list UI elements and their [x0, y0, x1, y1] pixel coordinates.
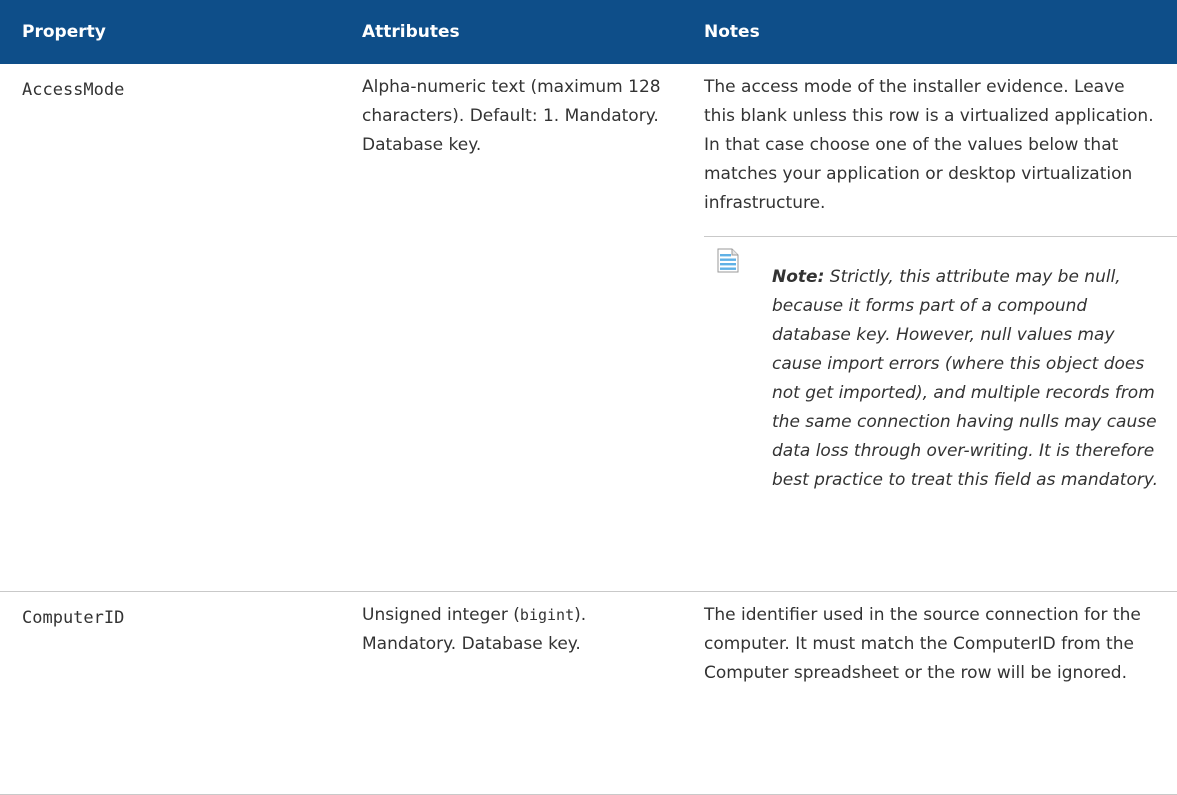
note-callout: Note: Strictly, this attribute may be nu… — [704, 237, 1159, 495]
property-name: AccessMode — [22, 80, 125, 100]
attributes-code: bigint — [519, 606, 575, 624]
note-label: Note: — [772, 267, 825, 287]
note-page-icon — [717, 248, 739, 273]
property-notes: The access mode of the installer evidenc… — [691, 64, 1177, 592]
property-attributes: Unsigned integer (bigint). Mandatory. Da… — [349, 592, 691, 795]
table-header-row: Property Attributes Notes — [0, 0, 1177, 64]
header-property: Property — [22, 22, 106, 42]
header-notes: Notes — [704, 22, 760, 42]
property-name: ComputerID — [22, 608, 125, 628]
property-notes: The identifier used in the source connec… — [704, 605, 1141, 683]
note-text: Strictly, this attribute may be null, be… — [772, 267, 1159, 490]
properties-table: Property Attributes Notes AccessMode Alp… — [0, 0, 1177, 795]
attributes-text-before: Unsigned integer ( — [362, 605, 520, 625]
header-attributes: Attributes — [362, 22, 460, 42]
table-row: ComputerID Unsigned integer (bigint). Ma… — [0, 592, 1177, 795]
table-row: AccessMode Alpha-numeric text (maximum 1… — [0, 64, 1177, 592]
property-attributes: Alpha-numeric text (maximum 128 characte… — [362, 77, 661, 155]
notes-text: The access mode of the installer evidenc… — [704, 77, 1154, 213]
note-body: Note: Strictly, this attribute may be nu… — [704, 263, 1159, 495]
